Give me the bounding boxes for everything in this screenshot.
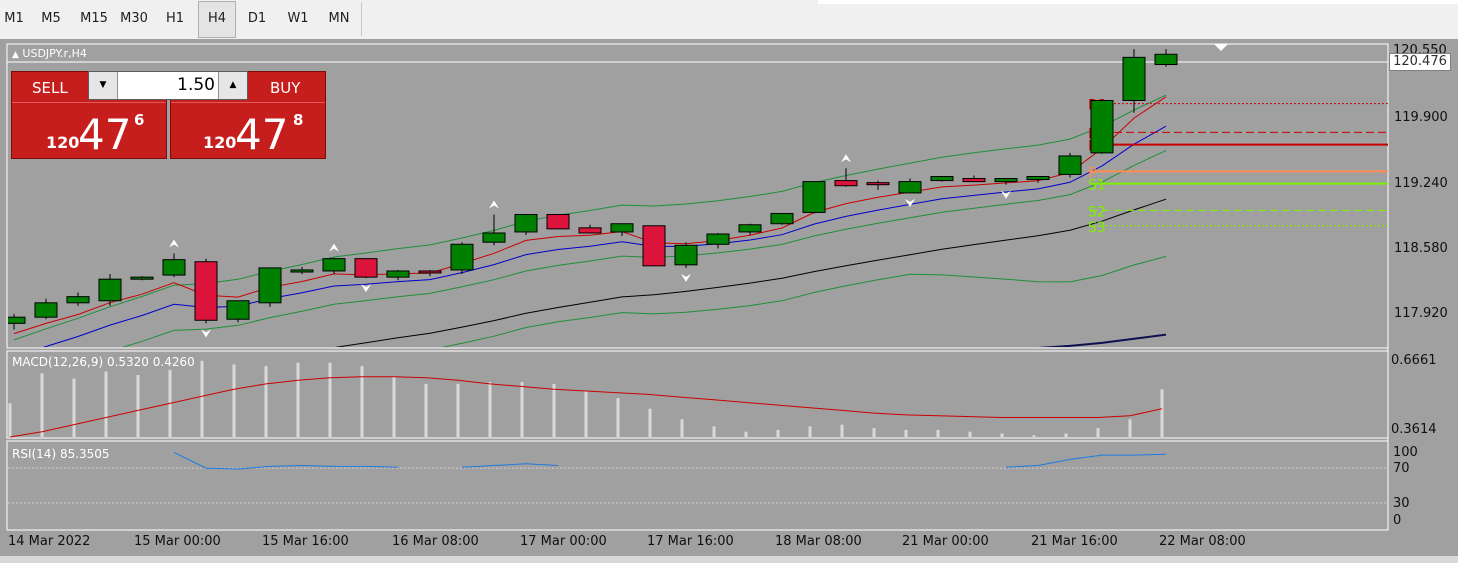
bull-candle [1058, 155, 1082, 175]
rsi-tick: 30 [1393, 496, 1410, 511]
pivot-label-s3: S3 [1088, 220, 1106, 236]
ema-long-line [1037, 333, 1167, 347]
bull-candle [898, 181, 922, 194]
current-price-label: 120.476 [1389, 53, 1451, 71]
bear-candle [418, 270, 442, 274]
bull-candle [322, 258, 346, 272]
chart-shift-marker [1214, 44, 1228, 51]
bull-candle [66, 296, 90, 304]
fractal-down-arrow [905, 198, 915, 207]
bull-candle [34, 302, 58, 318]
macd-tick: 0.6661 [1391, 353, 1437, 368]
bull-candle [1122, 56, 1146, 101]
chart-symbol-title: ▲ USDJPY.r,H4 [12, 47, 87, 60]
bull-candle [290, 269, 314, 273]
fractal-down-arrow [361, 284, 371, 293]
time-label: 15 Mar 00:00 [134, 534, 221, 549]
bull-candle [8, 316, 26, 324]
bear-candle [546, 213, 570, 230]
bull-candle [706, 233, 730, 245]
bull-candle [610, 223, 634, 233]
pivot-label-s1: S1 [1088, 178, 1106, 194]
bull-candle [802, 181, 826, 213]
bull-candle [1154, 53, 1178, 66]
macd-tick: 0.3614 [1391, 422, 1437, 437]
price-tick-top-partial: 120.550 [1393, 44, 1447, 53]
bull-candle [162, 259, 186, 276]
bear-candle [642, 225, 666, 267]
price-tick: 119.900 [1394, 110, 1448, 125]
rsi-line [173, 451, 1167, 470]
bear-candle [962, 178, 986, 183]
bull-candle [930, 175, 954, 182]
bear-candle [834, 180, 858, 187]
bull-candle [98, 278, 122, 302]
bull-candle [994, 178, 1018, 183]
buy-label: BUY [270, 79, 301, 97]
time-label: 22 Mar 08:00 [1159, 534, 1246, 549]
rsi-panel-border [6, 440, 1389, 531]
rsi-tick: 70 [1393, 461, 1410, 476]
time-label: 21 Mar 16:00 [1031, 534, 1118, 549]
bull-candle [130, 276, 154, 280]
time-label: 16 Mar 08:00 [392, 534, 479, 549]
rsi-tick: 0 [1393, 513, 1402, 528]
bull-candle [674, 244, 698, 266]
pivot-label-s2: S2 [1088, 204, 1106, 220]
sell-price-prefix: 120 [46, 133, 80, 152]
bear-candle [866, 182, 890, 186]
fractal-up-arrow [841, 154, 851, 163]
collapse-arrow-icon[interactable]: ▲ [12, 50, 19, 60]
fractal-down-arrow [201, 329, 211, 338]
buy-price-sup: 8 [293, 111, 304, 129]
price-tick: 118.580 [1394, 241, 1448, 256]
sell-divider [12, 102, 166, 103]
rsi-tick: 100 [1393, 445, 1418, 460]
bull-candle [770, 212, 794, 225]
status-bar [0, 556, 1458, 563]
time-label: 17 Mar 00:00 [520, 534, 607, 549]
time-label: 14 Mar 2022 [8, 534, 91, 549]
sell-price-big: 47 [78, 110, 132, 159]
bull-candle [450, 243, 474, 271]
fractal-up-arrow [489, 200, 499, 209]
time-label: 18 Mar 08:00 [775, 534, 862, 549]
bull-candle [258, 267, 282, 304]
buy-price-big: 47 [235, 110, 289, 159]
time-label: 15 Mar 16:00 [262, 534, 349, 549]
bull-candle [226, 300, 250, 320]
fractal-up-arrow [329, 243, 339, 252]
bull-candle [738, 224, 762, 233]
bull-candle [1026, 175, 1050, 181]
bear-candle [194, 261, 218, 321]
price-tick: 117.920 [1394, 306, 1448, 321]
time-label: 17 Mar 16:00 [647, 534, 734, 549]
time-label: 21 Mar 00:00 [902, 534, 989, 549]
macd-panel-border [6, 350, 1389, 439]
buy-price-prefix: 120 [203, 133, 237, 152]
bear-candle [578, 227, 602, 234]
bear-candle [354, 258, 378, 278]
macd-label: MACD(12,26,9) 0.5320 0.4260 [12, 355, 195, 369]
buy-divider [171, 102, 325, 103]
lot-decrease-icon[interactable]: ▼ [89, 72, 118, 99]
sell-label: SELL [32, 79, 68, 97]
fractal-down-arrow [681, 273, 691, 282]
bull-candle [386, 270, 410, 278]
lot-size-input[interactable]: ▼ 1.50 ▲ [88, 71, 248, 100]
lot-size-value[interactable]: 1.50 [119, 72, 215, 99]
fractal-up-arrow [169, 239, 179, 248]
price-tick: 119.240 [1394, 176, 1448, 191]
rsi-label: RSI(14) 85.3505 [12, 447, 110, 461]
bull-candle [1090, 99, 1114, 154]
lot-increase-icon[interactable]: ▲ [218, 72, 247, 99]
bull-candle [514, 213, 538, 233]
bull-candle [482, 232, 506, 243]
sell-price-sup: 6 [134, 111, 145, 129]
